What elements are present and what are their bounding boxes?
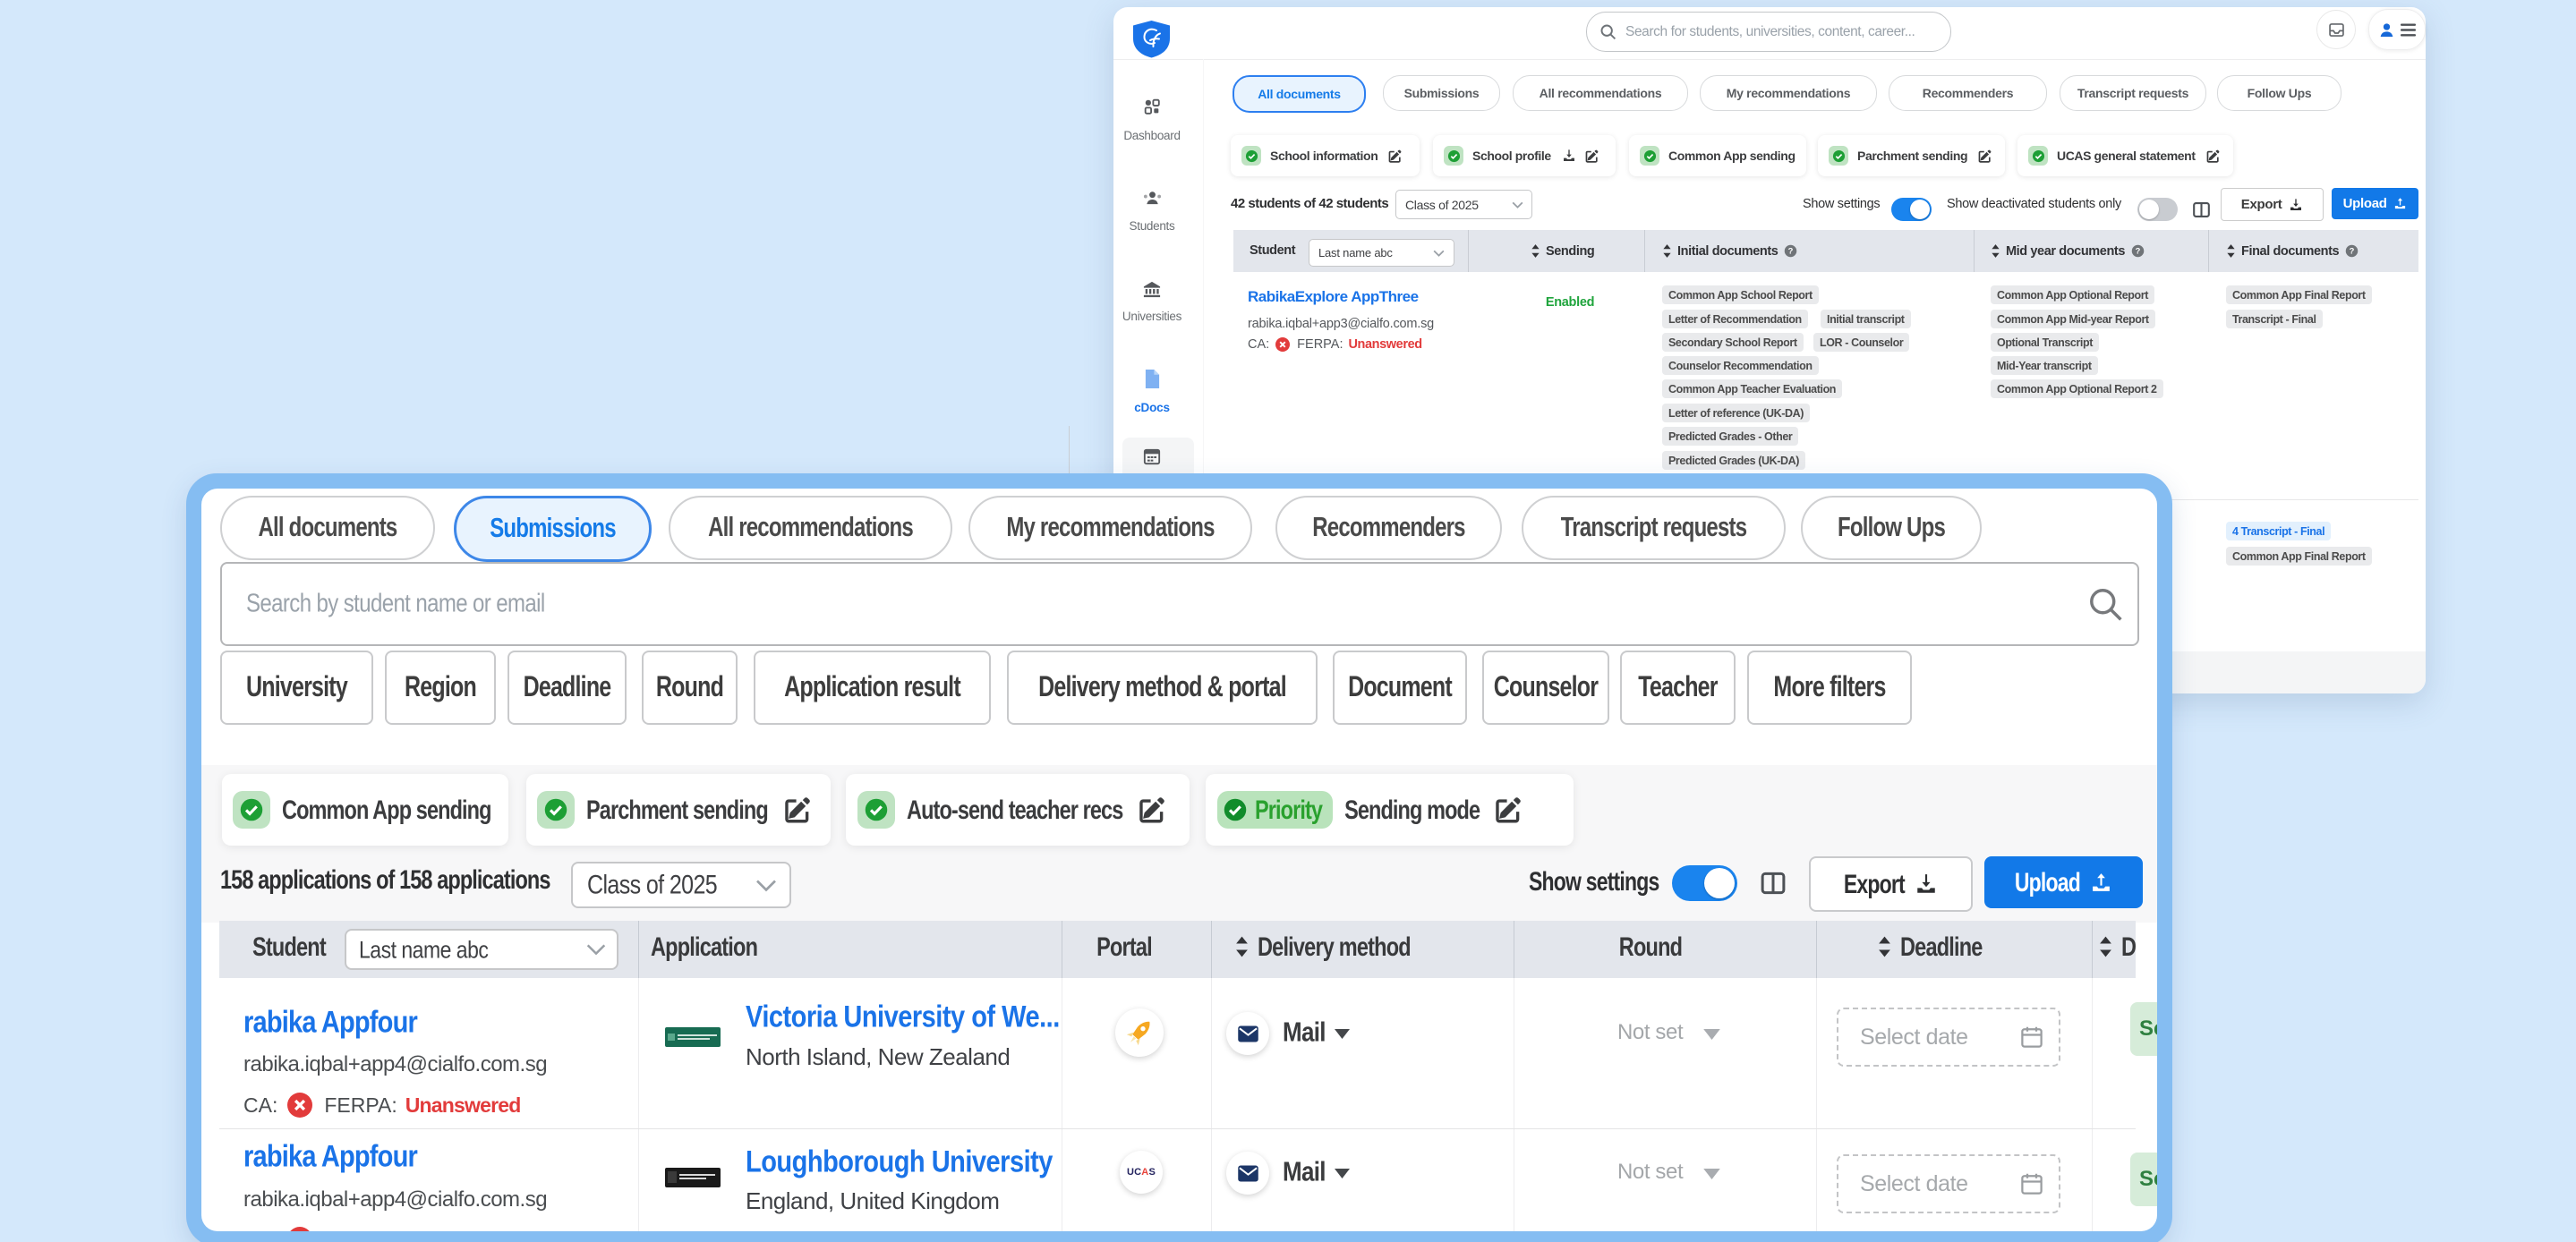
svg-text:?: ? [2136, 247, 2141, 256]
svg-text:?: ? [1788, 247, 1794, 256]
svg-text:?: ? [2350, 247, 2355, 256]
